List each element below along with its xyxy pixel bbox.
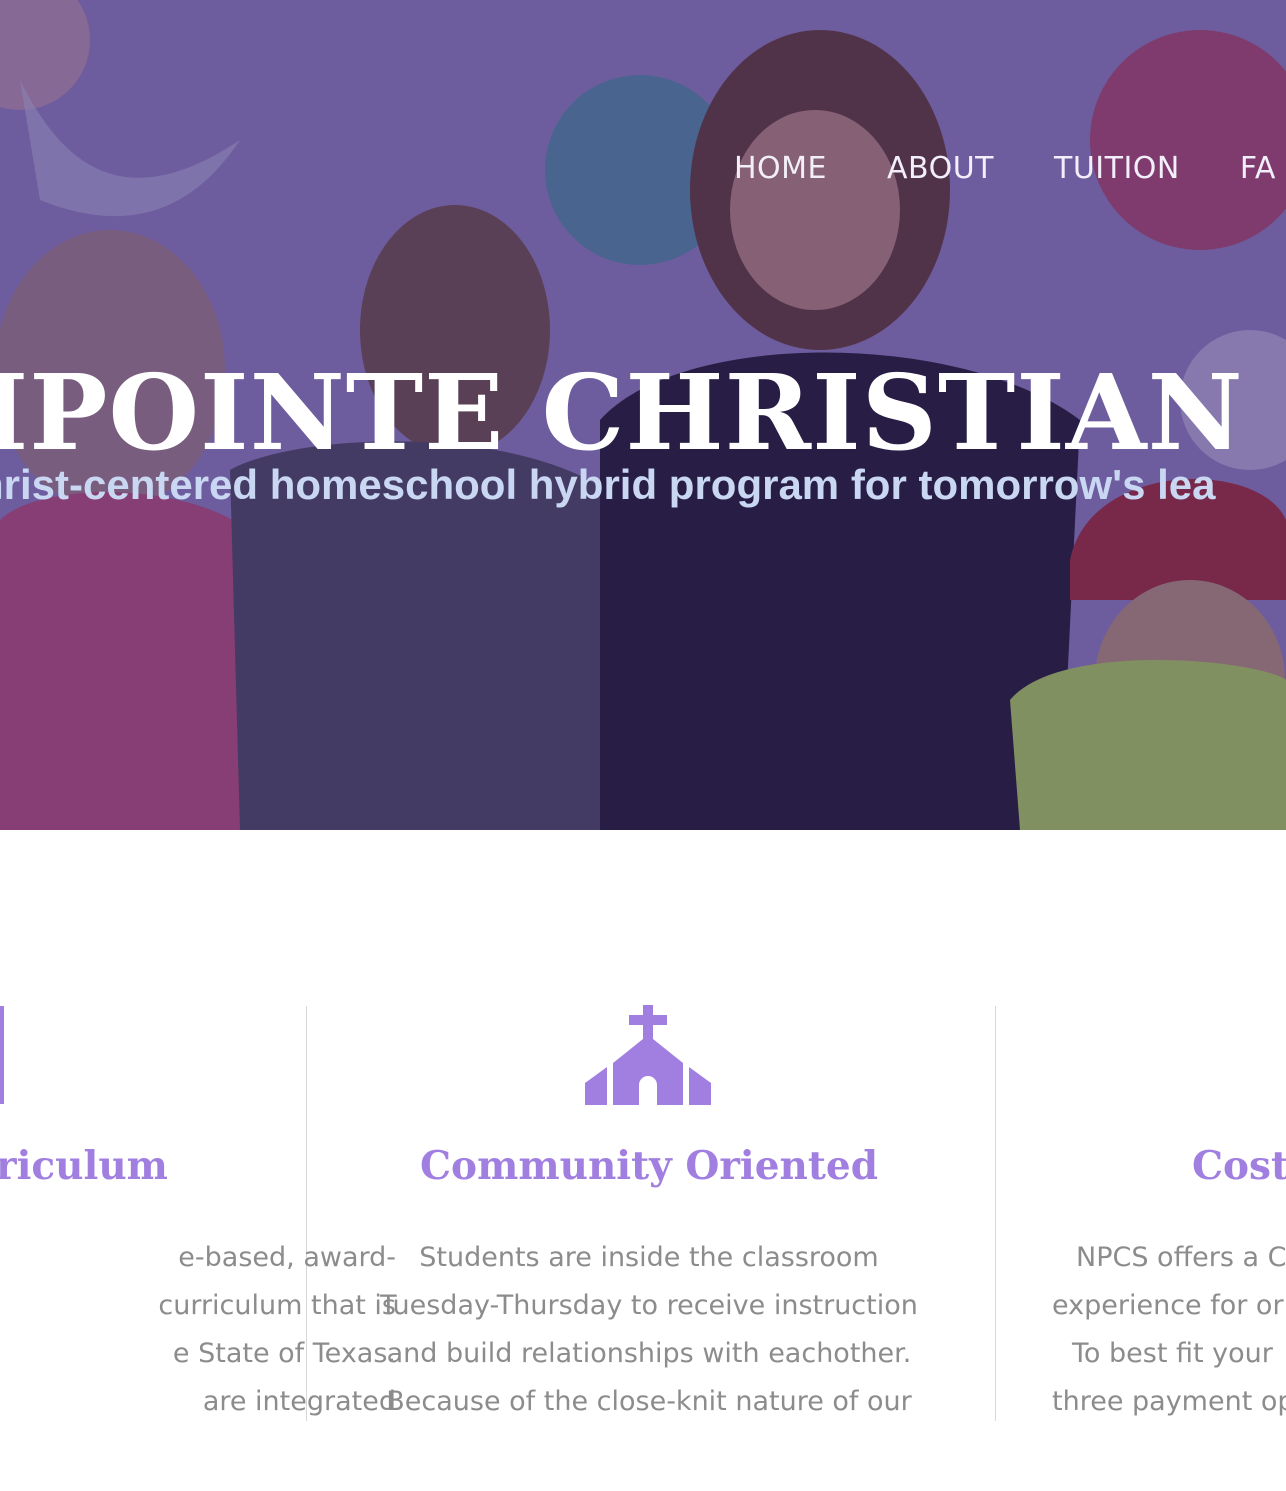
- feature-line: NPCS offers a C: [1076, 1242, 1286, 1273]
- nav-fa[interactable]: FA: [1240, 148, 1276, 190]
- feature-divider: [995, 1006, 996, 1421]
- feature-line: and build relationships with eachother.: [386, 1338, 912, 1369]
- feature-text: Students are inside the classroom Tuesda…: [369, 1234, 929, 1426]
- hero-banner: HOME ABOUT TUITION FA HPOINTE CHRISTIAN …: [0, 0, 1286, 830]
- feature-line: To best fit your: [1072, 1338, 1273, 1369]
- hero-title: HPOINTE CHRISTIAN S: [0, 350, 1286, 474]
- feature-line: Because of the close-knit nature of our: [386, 1386, 912, 1417]
- feature-title: Community Oriented: [420, 1143, 878, 1189]
- feature-title: riculum: [0, 1143, 168, 1189]
- feature-text: NPCS offers a C experience for or To bes…: [1052, 1234, 1286, 1426]
- hero-subtitle: hrist-centered homeschool hybrid program…: [0, 461, 1216, 508]
- feature-card-curriculum: riculum e-based, award- curriculum that …: [0, 1000, 396, 1426]
- features-section: riculum e-based, award- curriculum that …: [0, 830, 1286, 1491]
- feature-line: Students are inside the classroom: [419, 1242, 879, 1273]
- main-nav: HOME ABOUT TUITION FA: [734, 148, 1286, 190]
- nav-tuition[interactable]: TUITION: [1054, 148, 1180, 190]
- church-icon: [339, 1000, 959, 1110]
- nav-about[interactable]: ABOUT: [887, 148, 994, 190]
- cost-icon: [1052, 1000, 1286, 1110]
- feature-title: Cost: [1192, 1143, 1286, 1189]
- book-icon: [0, 1000, 392, 1110]
- feature-line: experience for or: [1052, 1290, 1284, 1321]
- feature-line: three payment op: [1052, 1386, 1286, 1417]
- feature-card-community: Community Oriented Students are inside t…: [339, 1000, 959, 1426]
- feature-text: e-based, award- curriculum that is e Sta…: [0, 1234, 396, 1426]
- feature-card-cost: Cost NPCS offers a C experience for or T…: [1052, 1000, 1286, 1426]
- nav-home[interactable]: HOME: [734, 148, 827, 190]
- feature-line: Tuesday-Thursday to receive instruction: [380, 1290, 918, 1321]
